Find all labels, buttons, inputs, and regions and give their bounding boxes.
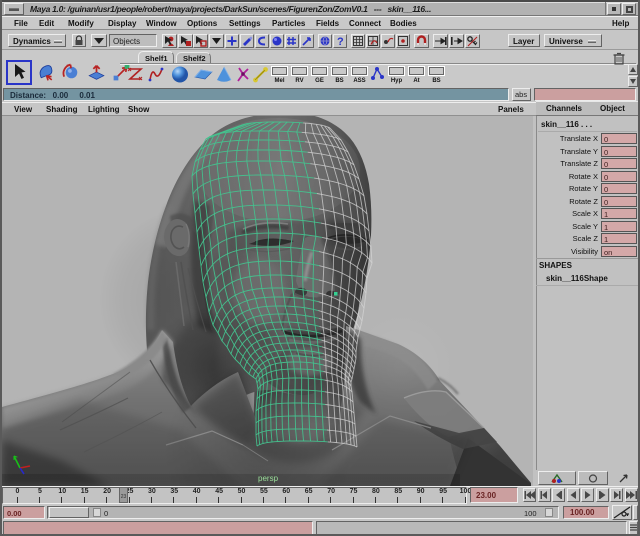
svg-text:persp: persp — [258, 474, 279, 483]
svg-text:?: ? — [337, 36, 344, 47]
